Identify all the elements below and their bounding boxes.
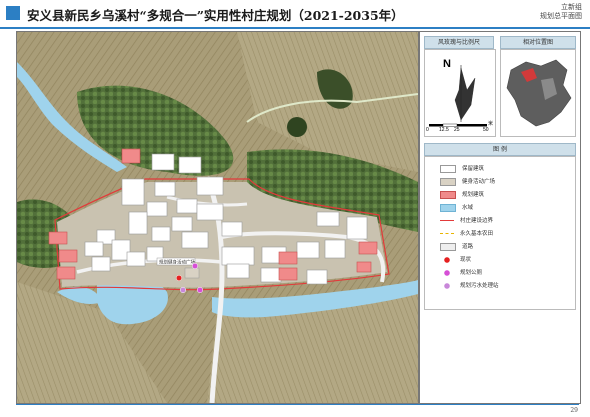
legend-item-sewage: 规划污水处理站 bbox=[440, 281, 499, 291]
legend-swatch-farmland bbox=[440, 233, 454, 234]
building bbox=[154, 181, 176, 197]
scale-unit: 米 bbox=[488, 121, 494, 127]
building bbox=[221, 221, 243, 237]
legend-swatch-planned bbox=[440, 190, 456, 199]
legend-swatch-boundary bbox=[440, 220, 454, 221]
building bbox=[178, 156, 202, 174]
legend-swatch-water bbox=[440, 203, 456, 212]
legend-item-existing: 现状 bbox=[440, 255, 471, 265]
page-title: 安义县新民乡乌溪村“多规合一”实用性村庄规划（2021-2035年） bbox=[27, 8, 404, 23]
planned-sewage-icon bbox=[179, 286, 187, 294]
legend-item-boundary: 村庄建设边界 bbox=[440, 216, 493, 226]
footer-divider bbox=[16, 404, 579, 405]
compass-box: N 0 12.5 25 50 米 bbox=[424, 49, 496, 137]
legend-item-plaza: 健身活动广场 bbox=[440, 177, 495, 187]
page-number: 29 bbox=[570, 407, 578, 414]
building bbox=[221, 246, 255, 266]
village-outline bbox=[506, 59, 572, 127]
planned-building bbox=[358, 241, 378, 255]
location-panel-title: 相对位置图 bbox=[500, 36, 576, 49]
legend-item-planned: 规划建筑 bbox=[440, 190, 484, 200]
building bbox=[260, 267, 282, 283]
legend-label: 规划污水处理站 bbox=[460, 283, 499, 289]
scale-label-0: 0 bbox=[426, 127, 429, 133]
planned-building bbox=[58, 249, 78, 263]
building bbox=[91, 256, 111, 272]
legend-item-toilet: 规划公厕 bbox=[440, 268, 482, 278]
building bbox=[324, 239, 346, 259]
planned-building bbox=[48, 231, 68, 245]
building bbox=[146, 201, 168, 217]
legend-item-retained: 保留建筑 bbox=[440, 164, 484, 174]
building bbox=[176, 198, 198, 214]
legend-dot-toilet-icon bbox=[440, 269, 454, 276]
building bbox=[126, 251, 146, 267]
building bbox=[196, 176, 224, 196]
title-divider bbox=[0, 27, 590, 29]
legend-title: 图 例 bbox=[424, 143, 576, 156]
building bbox=[151, 226, 171, 242]
scale-label-3: 50 bbox=[483, 127, 489, 133]
planned-toilet-icon bbox=[191, 262, 199, 270]
map-canvas: 规划健身活动广场 bbox=[17, 32, 418, 403]
legend-label: 规划公厕 bbox=[460, 270, 483, 276]
legend-item-farmland: 永久基本农田 bbox=[440, 229, 493, 239]
wind-rose-shape bbox=[454, 67, 476, 121]
legend-swatch-plaza bbox=[440, 177, 456, 186]
planned-building bbox=[278, 267, 298, 281]
building bbox=[296, 241, 320, 259]
legend-label: 水域 bbox=[462, 205, 474, 211]
planned-toilet-icon-2 bbox=[196, 286, 204, 294]
legend-dot-existing-icon bbox=[440, 256, 454, 263]
existing-point-icon bbox=[175, 274, 183, 282]
site-plan-map: 规划健身活动广场 bbox=[16, 31, 419, 404]
building bbox=[316, 211, 340, 227]
wind-rose-icon bbox=[429, 65, 487, 127]
planned-building bbox=[356, 261, 372, 273]
legend-swatch-retained bbox=[440, 164, 456, 173]
location-map bbox=[506, 59, 572, 127]
plaza-label: 规划健身活动广场 bbox=[159, 259, 195, 266]
planned-building bbox=[121, 148, 141, 164]
scale-label-2: 25 bbox=[454, 127, 460, 133]
building bbox=[84, 241, 104, 257]
legend-label: 保留建筑 bbox=[462, 166, 485, 172]
building bbox=[181, 231, 209, 249]
building bbox=[121, 178, 145, 206]
tree-dark bbox=[287, 117, 307, 137]
building bbox=[346, 216, 368, 240]
legend-label: 现状 bbox=[460, 257, 472, 263]
legend-swatch-road bbox=[440, 242, 456, 251]
subtitle-group: 立新组 bbox=[561, 3, 582, 11]
building bbox=[196, 203, 224, 221]
compass-panel-title: 风玫瑰与比例尺 bbox=[424, 36, 494, 49]
legend-label: 村庄建设边界 bbox=[460, 218, 494, 224]
scale-label-1: 12.5 bbox=[439, 127, 449, 133]
building bbox=[128, 211, 148, 235]
planned-building bbox=[56, 266, 76, 280]
building bbox=[306, 269, 328, 285]
location-map-box bbox=[500, 49, 576, 137]
title-marker bbox=[6, 6, 20, 20]
planned-building bbox=[278, 251, 298, 265]
legend-dot-sewage-icon bbox=[440, 282, 454, 289]
side-panel: 风玫瑰与比例尺 相对位置图 N 0 12.5 25 50 米 图 例 保留建筑 … bbox=[419, 31, 581, 404]
title-bar: 安义县新民乡乌溪村“多规合一”实用性村庄规划（2021-2035年） 立新组 规… bbox=[0, 0, 590, 27]
building bbox=[226, 263, 250, 279]
fitness-plaza bbox=[184, 267, 200, 279]
subtitle-block: 立新组 规划总平面图 bbox=[540, 3, 582, 21]
legend-item-road: 道路 bbox=[440, 242, 473, 252]
legend-label: 规划建筑 bbox=[462, 192, 485, 198]
legend-label: 道路 bbox=[462, 244, 474, 250]
legend-label: 永久基本农田 bbox=[460, 231, 494, 237]
building bbox=[151, 153, 175, 171]
building bbox=[171, 216, 193, 232]
subtitle-plan-name: 规划总平面图 bbox=[540, 12, 582, 20]
legend-label: 健身活动广场 bbox=[462, 179, 496, 185]
legend-item-water: 水域 bbox=[440, 203, 473, 213]
